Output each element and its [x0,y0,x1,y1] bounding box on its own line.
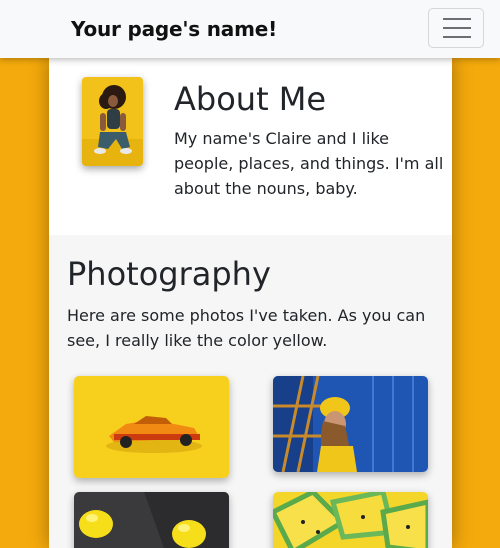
about-text: My name's Claire and I like people, plac… [174,129,444,198]
photo-watermelon[interactable] [273,492,428,548]
brand-title[interactable]: Your page's name! [71,17,277,41]
photography-text: Here are some photos I've taken. As you … [67,306,426,350]
content-card: About Me My name's Claire and I like peo… [49,58,452,548]
navbar-toggle-button[interactable] [428,8,484,48]
about-section: About Me My name's Claire and I like peo… [49,58,452,235]
hamburger-menu-icon [443,18,471,38]
photo-woman-beanie[interactable] [273,376,428,472]
photo-lemons[interactable] [74,492,229,548]
photography-title: Photography [67,255,271,293]
photography-section: Photography Here are some photos I've ta… [49,235,452,548]
profile-photo [82,77,143,166]
about-title: About Me [174,80,327,118]
photo-toy-car[interactable] [74,376,229,478]
navbar: Your page's name! [0,0,500,58]
